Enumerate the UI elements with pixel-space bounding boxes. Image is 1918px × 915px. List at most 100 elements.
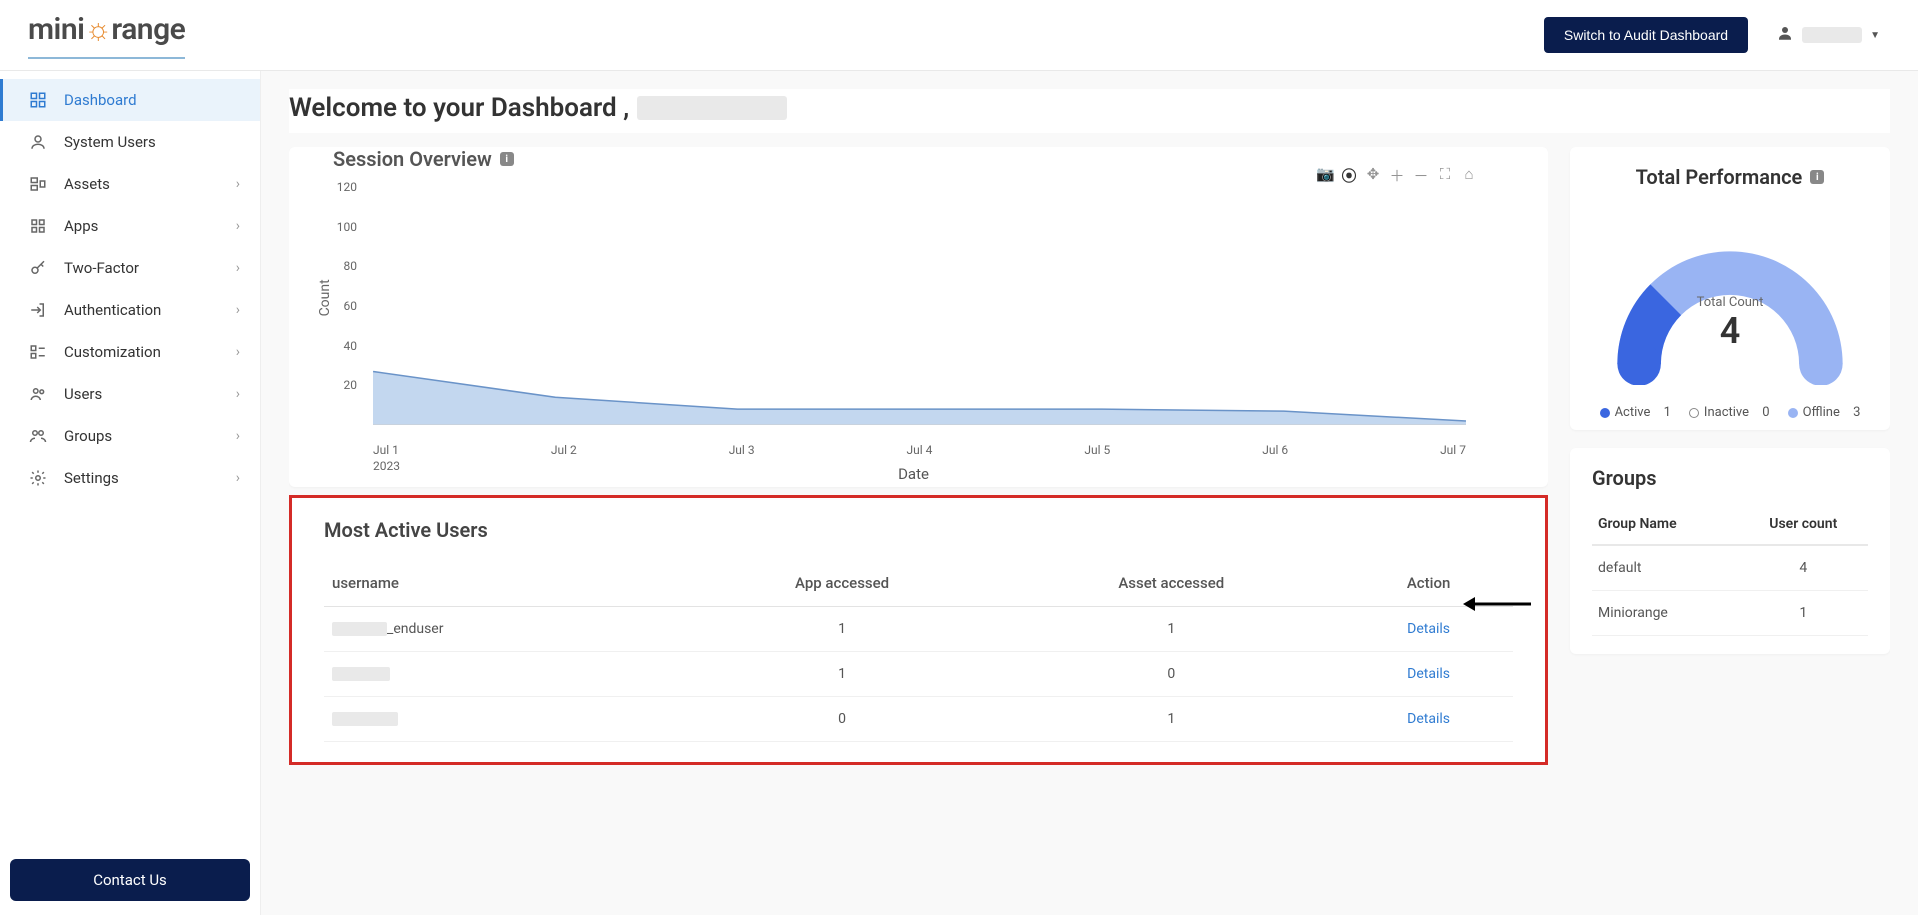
legend-active: Active 1 [1600,405,1671,420]
dot-icon [1788,408,1798,418]
groups-icon [28,427,48,445]
table-row: default4 [1592,545,1868,591]
sidebar-item-assets[interactable]: Assets › [0,163,260,205]
chevron-right-icon: › [236,218,240,234]
chevron-right-icon: › [236,176,240,192]
nav: Dashboard System Users Assets › Apps › T… [0,79,260,859]
sidebar-item-label: Groups [64,427,112,445]
cell-app: 1 [686,607,999,652]
x-ticks: Jul 1Jul 2Jul 3Jul 4Jul 5Jul 6Jul 7 [373,443,1466,457]
sidebar-item-users[interactable]: Users › [0,373,260,415]
cell-group-name: default [1592,545,1739,591]
caret-down-icon: ▼ [1870,30,1880,41]
page-title: Welcome to your Dashboard , [289,89,1890,133]
cell-app: 1 [686,652,999,697]
sidebar-item-label: Two-Factor [64,259,139,277]
cell-asset: 1 [998,607,1344,652]
col-group-name: Group Name [1592,504,1739,545]
cell-group-name: Miniorange [1592,591,1739,636]
sidebar-item-customization[interactable]: Customization › [0,331,260,373]
table-row: _enduser 1 1 Details [324,607,1513,652]
chevron-right-icon: › [236,260,240,276]
chevron-right-icon: › [236,428,240,444]
user-menu[interactable]: ▼ [1766,18,1890,52]
groups-table: Group Name User count default4Miniorange… [1592,504,1868,636]
sidebar-item-groups[interactable]: Groups › [0,415,260,457]
customization-icon [28,343,48,361]
sidebar-item-label: Authentication [64,301,161,319]
user-icon [28,133,48,151]
content-area: Welcome to your Dashboard , Session Over… [261,71,1918,915]
details-link[interactable]: Details [1407,666,1450,682]
users-icon [28,385,48,403]
brand-prefix: mini [28,12,84,47]
info-icon[interactable]: i [1810,170,1824,184]
sidebar-item-label: Assets [64,175,110,193]
dashboard-icon [28,91,48,109]
active-users-table: username App accessed Asset accessed Act… [324,560,1513,742]
sidebar-item-apps[interactable]: Apps › [0,205,260,247]
avatar-icon [1776,24,1794,46]
performance-legend: Active 1 Inactive 0 Offline 3 [1592,405,1868,420]
legend-inactive: Inactive 0 [1689,405,1770,420]
dot-icon [1689,408,1699,418]
chevron-right-icon: › [236,386,240,402]
topbar-right: Switch to Audit Dashboard ▼ [1544,17,1890,53]
info-icon[interactable]: i [500,152,514,166]
session-chart[interactable]: Count 12010080604020 Jul 1Jul 2Jul 3Jul … [361,177,1466,477]
col-action: Action [1344,560,1513,607]
session-overview-card: Session Overview i 📷 ⦿ ✥ ＋ － ⛶ ⌂ Count [289,147,1548,487]
chevron-right-icon: › [236,344,240,360]
user-name-redacted [1802,27,1862,43]
cell-app: 0 [686,697,999,742]
contact-us-button[interactable]: Contact Us [10,859,250,901]
dot-icon [1600,408,1610,418]
groups-card: Groups Group Name User count default4Min… [1570,448,1890,654]
sidebar-item-settings[interactable]: Settings › [0,457,260,499]
assets-icon [28,175,48,193]
col-asset: Asset accessed [998,560,1344,607]
sidebar: Dashboard System Users Assets › Apps › T… [0,71,261,915]
brand-logo: mini☼range [28,12,185,59]
cell-username: _enduser [324,607,686,652]
highlight-box: Most Active Users username App accessed … [289,495,1548,765]
x-axis-label: Date [361,465,1466,483]
cell-asset: 0 [998,652,1344,697]
y-ticks: 12010080604020 [333,177,361,477]
sidebar-item-system-users[interactable]: System Users [0,121,260,163]
sidebar-item-two-factor[interactable]: Two-Factor › [0,247,260,289]
table-row: 1 0 Details [324,652,1513,697]
apps-icon [28,217,48,235]
login-icon [28,301,48,319]
switch-dashboard-button[interactable]: Switch to Audit Dashboard [1544,17,1748,53]
sidebar-item-label: Customization [64,343,161,361]
legend-offline: Offline 3 [1788,405,1861,420]
brand-suffix: range [111,12,185,47]
brand-orange-icon: ☼ [84,12,111,47]
chart-plot-area [373,187,1466,425]
performance-gauge: Total Count 4 [1602,215,1858,385]
col-user-count: User count [1739,504,1868,545]
details-link[interactable]: Details [1407,621,1450,637]
chevron-right-icon: › [236,302,240,318]
sidebar-item-label: Users [64,385,102,403]
gauge-center: Total Count 4 [1602,295,1858,352]
performance-title: Total Performance i [1592,165,1868,189]
y-axis-label: Count [317,279,333,316]
total-count-label: Total Count [1602,295,1858,310]
col-app: App accessed [686,560,999,607]
details-link[interactable]: Details [1407,711,1450,727]
sidebar-item-authentication[interactable]: Authentication › [0,289,260,331]
cell-user-count: 4 [1739,545,1868,591]
cell-user-count: 1 [1739,591,1868,636]
chevron-right-icon: › [236,470,240,486]
sidebar-item-dashboard[interactable]: Dashboard [0,79,260,121]
groups-title: Groups [1592,466,1868,490]
active-users-title: Most Active Users [324,518,1513,542]
most-active-users-card: Most Active Users username App accessed … [294,500,1543,760]
col-username: username [324,560,686,607]
sidebar-item-label: System Users [64,133,156,151]
sidebar-item-label: Settings [64,469,119,487]
topbar: mini☼range Switch to Audit Dashboard ▼ [0,0,1918,71]
cell-asset: 1 [998,697,1344,742]
